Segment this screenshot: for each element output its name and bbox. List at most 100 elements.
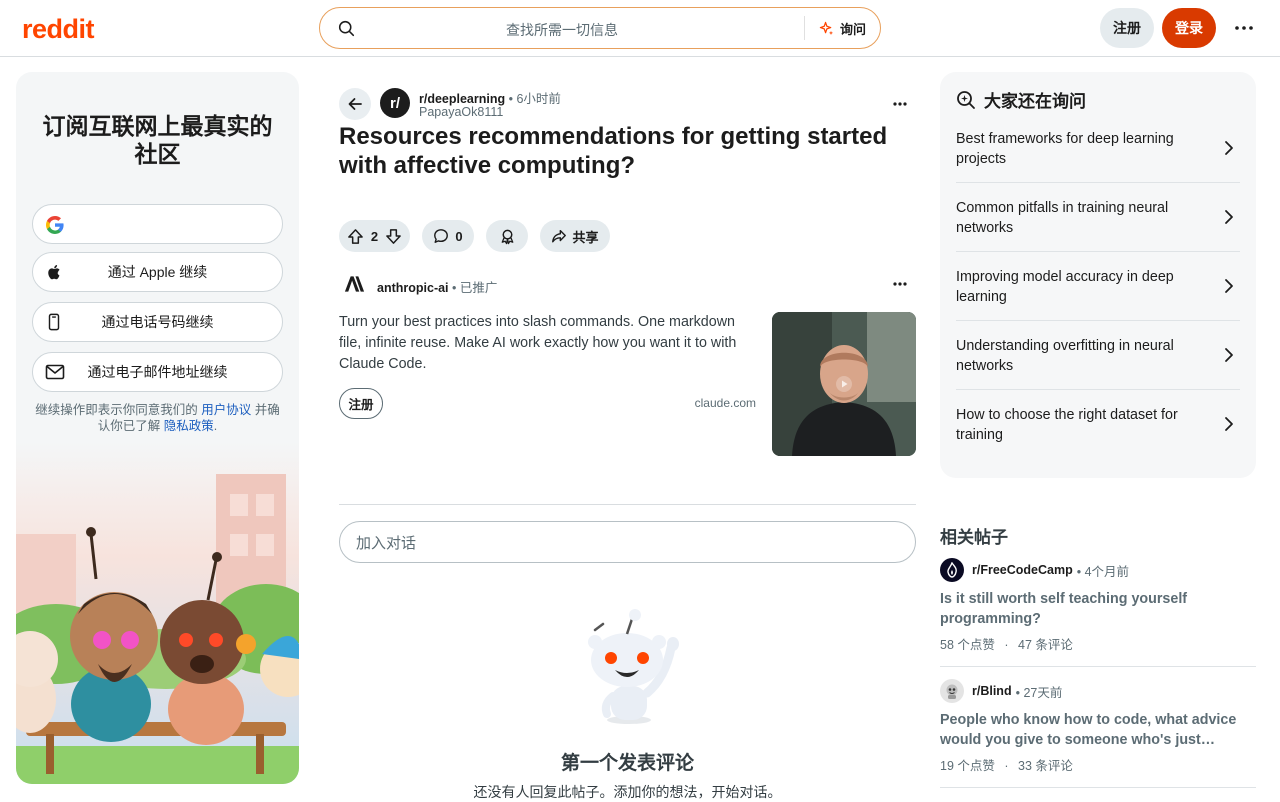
ask-item[interactable]: Understanding overfitting in neural netw…: [956, 321, 1240, 390]
chevron-right-icon: [1222, 278, 1236, 294]
google-icon: [45, 215, 65, 235]
ad-meta: anthropic-ai • 已推广: [377, 277, 497, 296]
post-options-icon[interactable]: [888, 94, 912, 114]
email-signin-button[interactable]: 通过电子邮件地址继续: [32, 352, 283, 392]
related-time: • 27天前: [1015, 685, 1063, 700]
subreddit-avatar[interactable]: r/: [380, 88, 410, 118]
blind-avatar: [940, 679, 964, 703]
related-stat-separator: ·: [1004, 638, 1009, 652]
related-post-title[interactable]: Is it still worth self teaching yourself…: [940, 589, 1256, 629]
vote-bar: 2: [339, 220, 410, 252]
ad-options-icon[interactable]: [888, 274, 912, 294]
ask-item[interactable]: Best frameworks for deep learning projec…: [956, 114, 1240, 183]
terms-prefix: 继续操作即表示你同意我们的: [35, 403, 202, 417]
search-bar[interactable]: 查找所需一切信息 询问: [319, 7, 881, 49]
freecodecamp-avatar: [940, 558, 964, 582]
login-button[interactable]: 登录: [1162, 8, 1216, 48]
people-also-ask-header: 大家还在询问: [956, 87, 1086, 112]
vote-count: 2: [370, 228, 379, 244]
ask-item-label: Improving model accuracy in deep learnin…: [956, 268, 1174, 305]
chevron-right-icon: [1222, 416, 1236, 432]
comments-button[interactable]: 0: [422, 220, 474, 252]
user-agreement-link[interactable]: 用户协议: [201, 403, 251, 417]
people-also-ask-card: 大家还在询问 Best frameworks for deep learning…: [940, 72, 1256, 478]
ad-video-thumbnail[interactable]: [772, 312, 916, 456]
chevron-right-icon: [1222, 140, 1236, 156]
comment-count: 0: [455, 228, 463, 244]
share-button[interactable]: 共享: [540, 220, 610, 252]
snoo-mascot-icon: [573, 608, 683, 728]
privacy-policy-link[interactable]: 隐私政策: [164, 419, 214, 433]
cartoon-characters-illustration: [16, 454, 299, 784]
ad-body-text[interactable]: Turn your best practices into slash comm…: [339, 312, 759, 375]
ask-item-label: Understanding overfitting in neural netw…: [956, 337, 1174, 374]
apple-icon: [45, 263, 63, 281]
search-divider: [804, 16, 805, 40]
ask-item[interactable]: How to choose the right dataset for trai…: [956, 390, 1240, 459]
terms-notice: 继续操作即表示你同意我们的 用户协议 并确认你已了解 隐私政策.: [32, 402, 283, 434]
search-sparkle-icon: [956, 90, 976, 110]
downvote-icon[interactable]: [385, 228, 402, 245]
share-label: 共享: [572, 229, 599, 245]
phone-signin-button[interactable]: 通过电话号码继续: [32, 302, 283, 342]
people-also-ask-title: 大家还在询问: [984, 92, 1086, 111]
related-likes: 19 个点赞: [940, 759, 995, 773]
back-button[interactable]: [339, 88, 371, 120]
related-post-title[interactable]: People who know how to code, what advice…: [940, 710, 1256, 750]
post-title: Resources recommendations for getting st…: [339, 123, 888, 179]
related-post[interactable]: r/Blind • 27天前 People who know how to co…: [940, 679, 1256, 774]
related-divider: [940, 666, 1256, 667]
ask-item-label: How to choose the right dataset for trai…: [956, 406, 1178, 443]
arrow-left-icon: [347, 96, 363, 112]
related-likes: 58 个点赞: [940, 638, 995, 652]
empty-comments-subtext: 还没有人回复此帖子。添加你的想法，开始对话。: [473, 784, 782, 800]
email-signin-label: 通过电子邮件地址继续: [87, 364, 228, 380]
ad-domain[interactable]: claude.com: [640, 396, 756, 410]
award-icon: [499, 228, 516, 245]
post-author[interactable]: PapayaOk8111: [419, 105, 503, 119]
related-comments: 33 条评论: [1018, 759, 1073, 773]
related-comments: 47 条评论: [1018, 638, 1073, 652]
ask-item[interactable]: Common pitfalls in training neural netwo…: [956, 183, 1240, 252]
sparkle-icon: [819, 21, 834, 36]
related-post[interactable]: r/FreeCodeCamp • 4个月前 Is it still worth …: [940, 558, 1256, 653]
related-subreddit[interactable]: r/Blind: [972, 684, 1012, 698]
ask-item-label: Best frameworks for deep learning projec…: [956, 130, 1174, 167]
related-post-stats: 19 个点赞 · 33 条评论: [940, 755, 1256, 774]
top-bar: reddit 查找所需一切信息 询问 注册 登录: [0, 0, 1280, 57]
chevron-right-icon: [1222, 347, 1236, 363]
divider: [339, 504, 916, 505]
related-time: • 4个月前: [1076, 564, 1130, 579]
ask-label: 询问: [839, 22, 866, 37]
anthropic-logo[interactable]: [343, 275, 366, 293]
comment-icon: [433, 228, 449, 244]
empty-comments-heading: 第一个发表评论: [560, 753, 694, 774]
apple-signin-button[interactable]: 通过 Apple 继续: [32, 252, 283, 292]
related-posts-heading: 相关帖子: [940, 528, 1008, 547]
signup-promo-card: 订阅互联网上最真实的社区 通过 Apple 继续 通过电话号码继续 通过电子邮件…: [16, 72, 299, 784]
award-button[interactable]: [486, 220, 528, 252]
related-stat-separator: ·: [1004, 759, 1009, 773]
advertiser-name[interactable]: anthropic-ai: [377, 281, 449, 295]
join-conversation-input[interactable]: 加入对话: [339, 521, 916, 563]
ask-button[interactable]: 询问: [819, 19, 866, 38]
search-placeholder[interactable]: 查找所需一切信息: [320, 20, 804, 40]
ad-signup-button[interactable]: 注册: [339, 388, 383, 419]
post-time: • 6小时前: [508, 92, 561, 106]
ask-item-label: Common pitfalls in training neural netwo…: [956, 199, 1169, 236]
signup-button[interactable]: 注册: [1100, 8, 1154, 48]
apple-signin-label: 通过 Apple 继续: [107, 264, 208, 280]
google-signin-button[interactable]: [32, 204, 283, 244]
ask-item[interactable]: Improving model accuracy in deep learnin…: [956, 252, 1240, 321]
more-options-icon[interactable]: [1230, 16, 1258, 40]
upvote-icon[interactable]: [347, 228, 364, 245]
mail-icon: [45, 363, 65, 381]
related-post-stats: 58 个点赞 · 47 条评论: [940, 634, 1256, 653]
reddit-logo[interactable]: reddit: [22, 14, 95, 45]
subreddit-link[interactable]: r/deeplearning: [419, 92, 505, 106]
promo-heading: 订阅互联网上最真实的社区: [42, 113, 273, 167]
phone-signin-label: 通过电话号码继续: [101, 314, 214, 330]
related-subreddit[interactable]: r/FreeCodeCamp: [972, 563, 1073, 577]
phone-icon: [45, 313, 63, 331]
related-divider: [940, 787, 1256, 788]
